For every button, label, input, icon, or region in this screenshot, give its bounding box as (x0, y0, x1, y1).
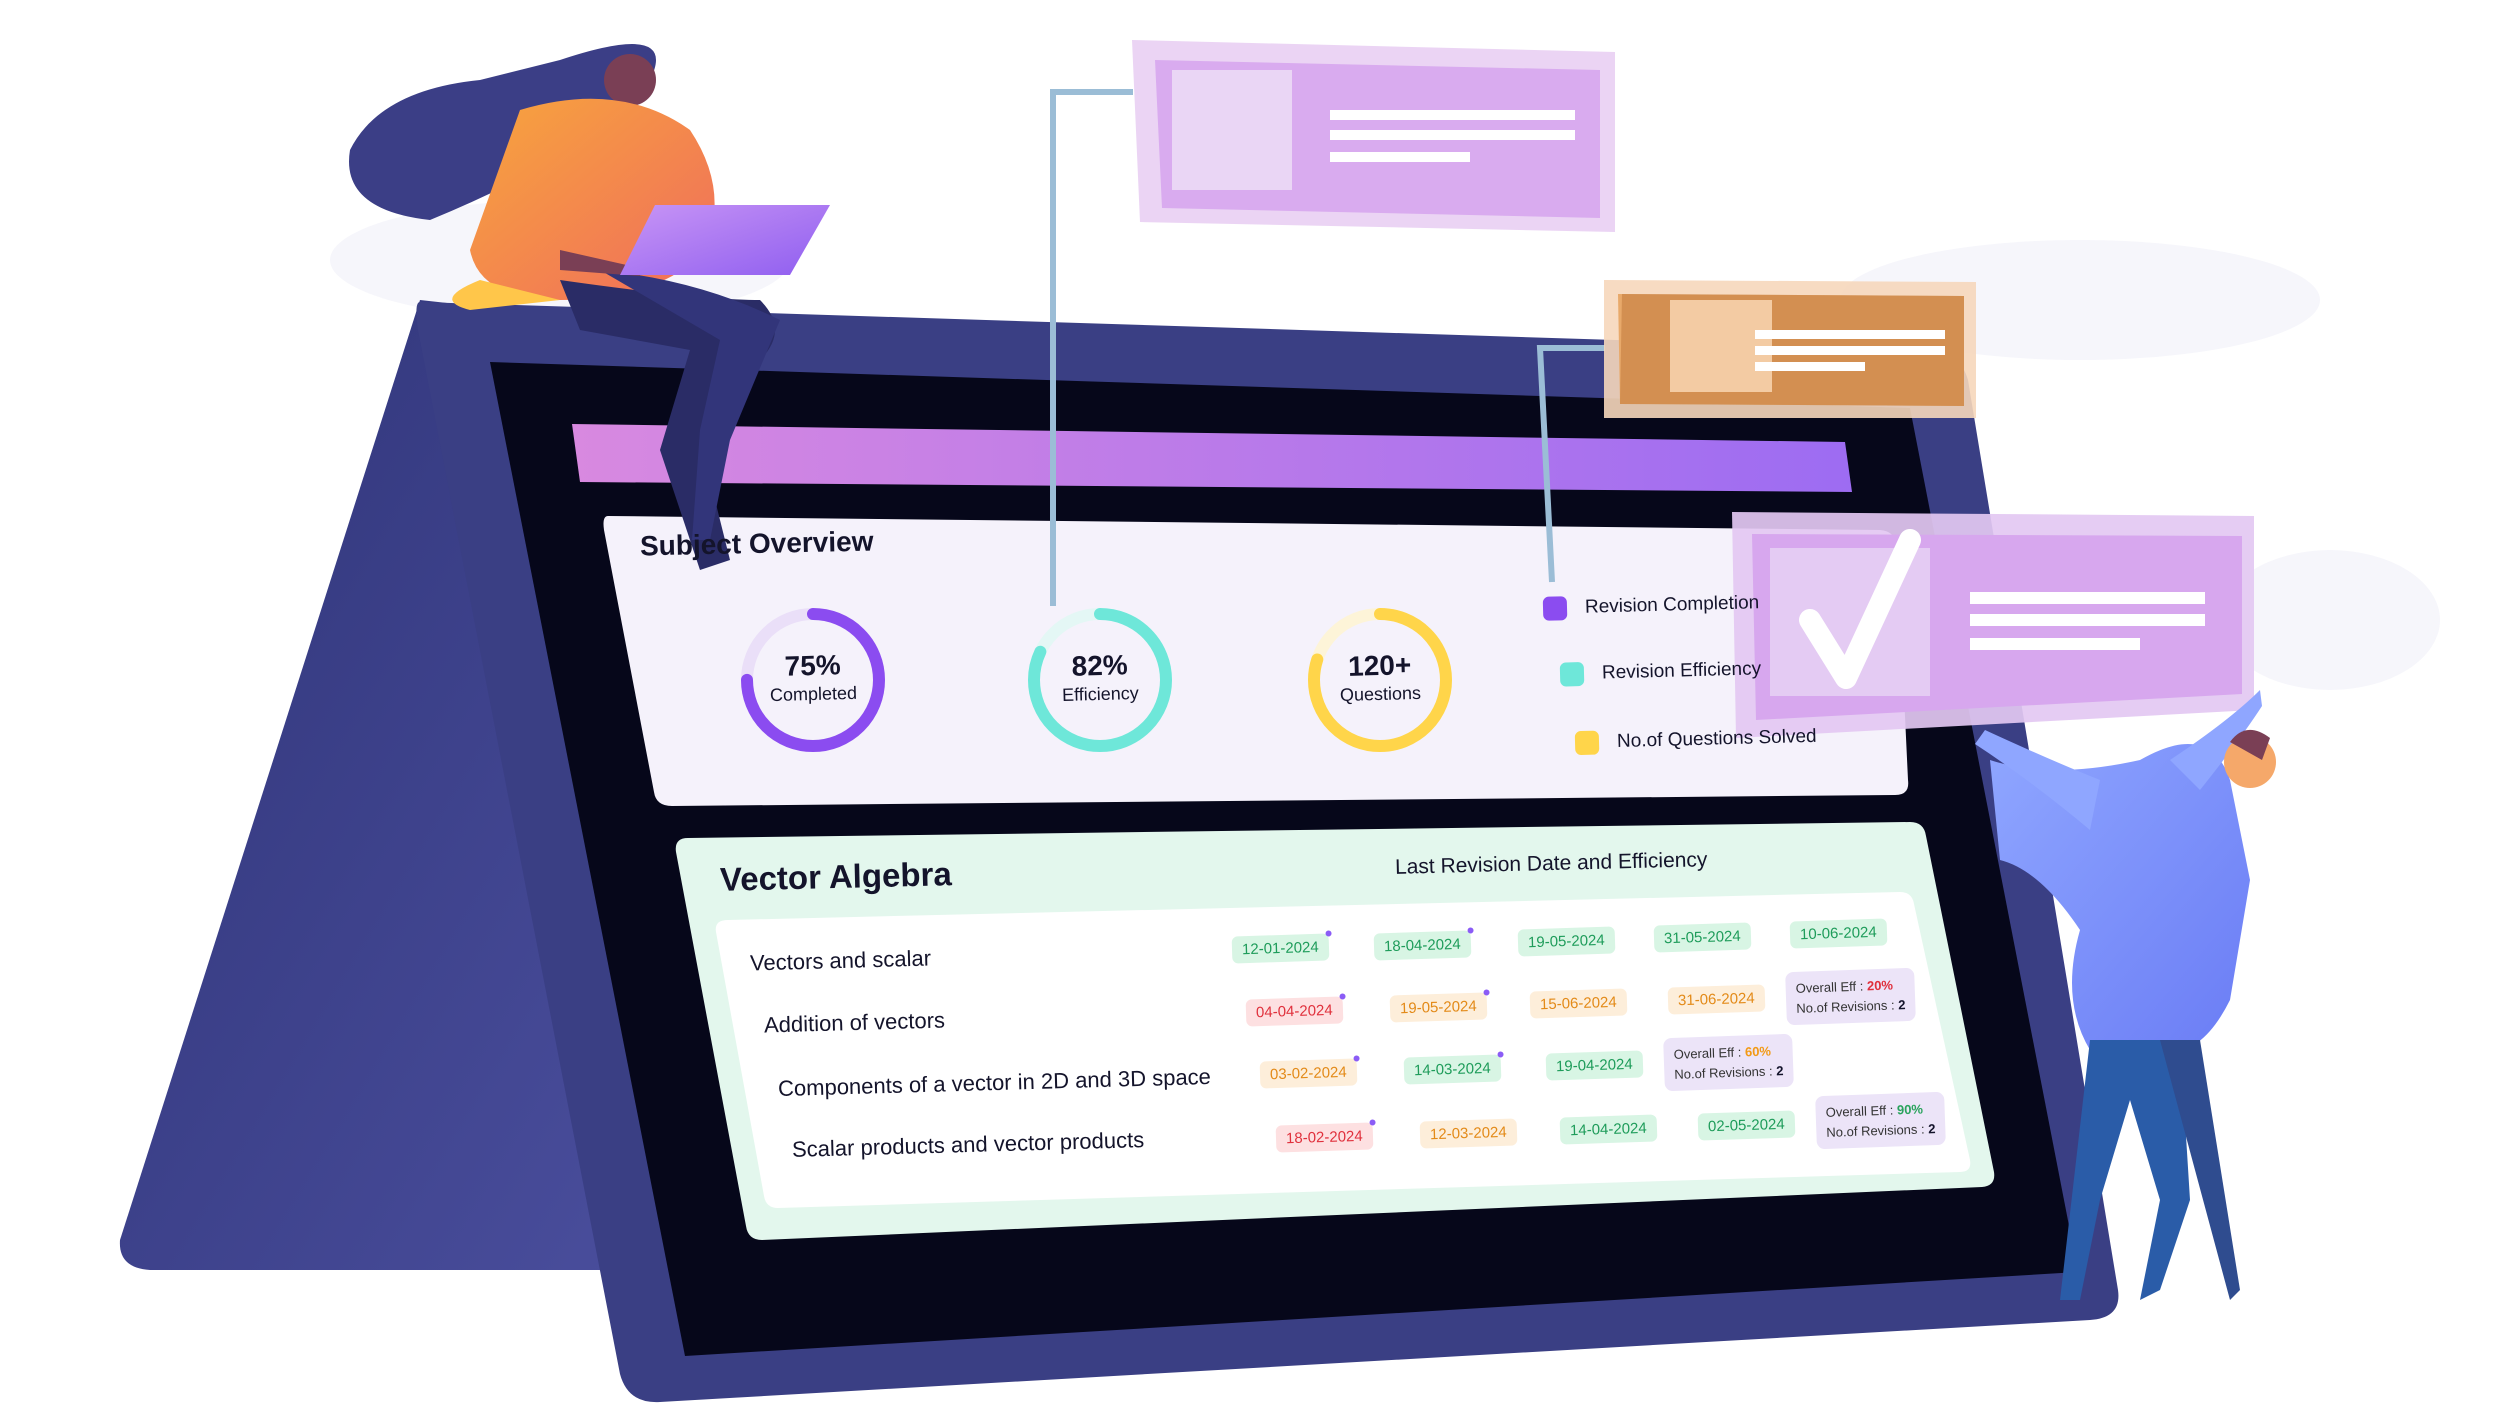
legend-label-efficiency: Revision Efficiency (1601, 658, 1762, 684)
revision-chip[interactable]: 12-01-2024 (1231, 930, 1332, 964)
legend-swatch-completion (1542, 596, 1568, 621)
revision-date: 02-05-2024 (1707, 1115, 1785, 1136)
revision-date: 04-04-2024 (1255, 1001, 1333, 1022)
revision-chip[interactable]: 15-06-2024 (1529, 988, 1628, 1019)
revision-date: 19-05-2024 (1527, 931, 1605, 952)
overall-eff-label: Overall Eff : (1795, 978, 1864, 996)
revision-chip[interactable]: 19-05-2024 (1517, 926, 1616, 957)
ring-sub-efficiency: Efficiency (1061, 682, 1140, 705)
revision-summary: Overall Eff : 60% No.of Revisions : 2 (1663, 1033, 1795, 1092)
legend-swatch-questions (1574, 730, 1600, 756)
revisions-value: 2 (1775, 1062, 1784, 1078)
revision-summary: Overall Eff : 20% No.of Revisions : 2 (1785, 967, 1917, 1026)
revisions-label: No.of Revisions : (1796, 996, 1895, 1016)
revision-date: 14-03-2024 (1413, 1059, 1491, 1080)
ring-label-questions: 120+ Questions (1299, 648, 1460, 707)
revision-date: 10-06-2024 (1799, 923, 1877, 944)
ring-value-completed: 75% (784, 649, 842, 682)
revisions-label: No.of Revisions : (1674, 1062, 1773, 1082)
new-dot-icon (1353, 1055, 1360, 1062)
revision-date: 19-04-2024 (1555, 1055, 1633, 1076)
revision-chip[interactable]: 04-04-2024 (1245, 993, 1346, 1027)
legend-swatch-efficiency (1559, 662, 1585, 687)
revision-chip[interactable]: 18-04-2024 (1373, 927, 1474, 961)
revision-date: 31-06-2024 (1677, 989, 1755, 1010)
ring-sub-questions: Questions (1339, 682, 1422, 706)
revision-date: 19-05-2024 (1399, 997, 1477, 1018)
overall-eff-value: 60% (1744, 1043, 1772, 1060)
legend-label-questions: No.of Questions Solved (1616, 725, 1817, 753)
revision-date: 12-01-2024 (1241, 938, 1319, 959)
illustration-background (119, 40, 2440, 1403)
new-dot-icon (1325, 930, 1332, 937)
legend-label-completion: Revision Completion (1584, 592, 1760, 618)
new-dot-icon (1483, 989, 1490, 996)
revision-date: 31-05-2024 (1663, 927, 1741, 948)
revision-chip[interactable]: 12-03-2024 (1419, 1118, 1518, 1149)
overall-eff-value: 20% (1866, 977, 1894, 994)
ring-value-efficiency: 82% (1071, 649, 1129, 682)
new-dot-icon (1497, 1051, 1504, 1058)
revision-chip[interactable]: 14-03-2024 (1403, 1051, 1504, 1085)
ring-value-questions: 120+ (1347, 649, 1412, 682)
revision-chip[interactable]: 03-02-2024 (1259, 1055, 1360, 1089)
ring-sub-completed: Completed (769, 682, 858, 706)
revision-date: 18-04-2024 (1383, 935, 1461, 956)
new-dot-icon (1467, 927, 1474, 934)
revision-chip[interactable]: 31-06-2024 (1667, 984, 1766, 1015)
revisions-label: No.of Revisions : (1826, 1120, 1925, 1140)
topic-name[interactable]: Vectors and scalar (750, 945, 932, 976)
ring-label-efficiency: 82% Efficiency (1019, 648, 1180, 707)
revision-date: 14-04-2024 (1569, 1119, 1647, 1140)
overall-eff-value: 90% (1896, 1101, 1924, 1118)
revision-chip[interactable]: 19-05-2024 (1389, 989, 1490, 1023)
revisions-value: 2 (1927, 1120, 1936, 1136)
ring-label-completed: 75% Completed (732, 648, 893, 707)
revision-chip[interactable]: 18-02-2024 (1275, 1119, 1376, 1153)
overall-eff-label: Overall Eff : (1825, 1102, 1894, 1120)
revision-chip[interactable]: 02-05-2024 (1697, 1110, 1796, 1141)
topic-name[interactable]: Addition of vectors (764, 1007, 946, 1038)
revision-chip[interactable]: 14-04-2024 (1559, 1114, 1658, 1145)
overall-eff-label: Overall Eff : (1673, 1044, 1742, 1062)
new-dot-icon (1369, 1119, 1376, 1126)
revision-summary: Overall Eff : 90% No.of Revisions : 2 (1815, 1091, 1947, 1150)
revision-chip[interactable]: 19-04-2024 (1545, 1050, 1644, 1081)
revision-date: 12-03-2024 (1429, 1123, 1507, 1144)
revision-date: 15-06-2024 (1539, 993, 1617, 1014)
new-dot-icon (1339, 993, 1346, 1000)
revisions-value: 2 (1897, 996, 1906, 1012)
overview-title: Subject Overview (639, 525, 874, 562)
revision-chip[interactable]: 31-05-2024 (1653, 922, 1752, 953)
revision-chip[interactable]: 10-06-2024 (1789, 918, 1888, 949)
revision-date: 18-02-2024 (1285, 1127, 1363, 1148)
revision-date: 03-02-2024 (1269, 1063, 1347, 1084)
subject-title: Vector Algebra (719, 855, 953, 898)
